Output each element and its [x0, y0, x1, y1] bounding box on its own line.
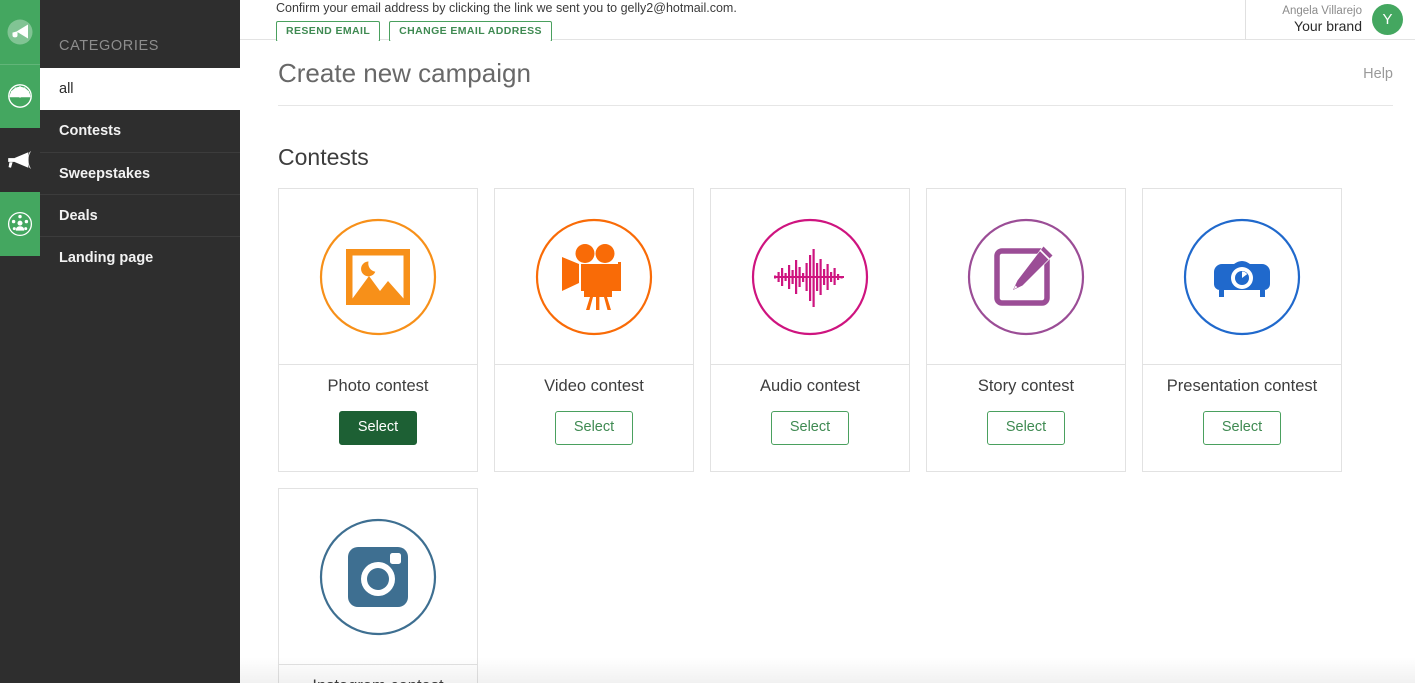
email-confirmation-actions: RESEND EMAIL CHANGE EMAIL ADDRESS — [276, 20, 1245, 42]
card-icon-area — [1143, 189, 1341, 365]
icon-rail — [0, 0, 40, 683]
projector-icon — [1183, 218, 1301, 335]
photo-icon — [319, 218, 437, 335]
card-icon-area — [927, 189, 1125, 365]
sidebar-item-deals[interactable]: Deals — [40, 194, 240, 236]
audience-people-icon — [7, 211, 33, 237]
rail-item-dashboard[interactable] — [0, 64, 40, 128]
campaign-card-instagram-contest[interactable]: Instagram contest Select — [278, 488, 478, 683]
pencil-note-icon — [967, 218, 1085, 335]
card-icon-area — [495, 189, 693, 365]
rail-item-audience[interactable] — [0, 192, 40, 256]
resend-email-button[interactable]: RESEND EMAIL — [276, 20, 381, 42]
campaign-card-audio-contest[interactable]: Audio contest Select — [710, 188, 910, 472]
app-logo[interactable] — [0, 0, 40, 64]
audio-wave-icon — [751, 218, 869, 335]
select-button[interactable]: Select — [555, 411, 633, 445]
sidebar-item-landing-page[interactable]: Landing page — [40, 236, 240, 278]
card-label: Story contest — [977, 377, 1075, 395]
logo-megaphone-icon — [7, 19, 33, 45]
campaign-card-video-contest[interactable]: Video contest Select — [494, 188, 694, 472]
card-label: Audio contest — [760, 377, 860, 395]
speedometer-icon — [8, 84, 32, 108]
section-title-contests: Contests — [278, 144, 369, 170]
categories-heading: CATEGORIES — [59, 38, 159, 54]
campaign-card-grid: Photo contest Select Video contest Selec… — [278, 188, 1398, 683]
user-menu[interactable]: Angela Villarejo Your brand Y — [1245, 0, 1415, 40]
sidebar-item-label: Contests — [59, 123, 122, 139]
megaphone-icon — [8, 151, 31, 169]
user-account-name: Angela Villarejo — [1282, 4, 1362, 17]
card-label: Instagram contest — [312, 677, 443, 683]
sidebar-item-all[interactable]: all — [40, 68, 240, 110]
instagram-icon — [319, 518, 437, 635]
card-icon-area — [711, 189, 909, 365]
card-body: Audio contest Select — [711, 365, 909, 471]
sidebar-item-label: Sweepstakes — [59, 165, 151, 182]
campaign-card-story-contest[interactable]: Story contest Select — [926, 188, 1126, 472]
card-body: Photo contest Select — [279, 365, 477, 471]
categories-sidebar: CATEGORIES all Contests Sweepstakes Deal… — [40, 0, 240, 683]
card-body: Video contest Select — [495, 365, 693, 471]
card-icon-area — [279, 189, 477, 365]
select-button[interactable]: Select — [771, 411, 849, 445]
card-label: Video contest — [544, 377, 644, 395]
select-button[interactable]: Select — [1203, 411, 1281, 445]
card-icon-area — [279, 489, 477, 665]
sidebar-item-label: Deals — [59, 207, 98, 224]
user-brand-name: Your brand — [1294, 17, 1362, 34]
campaign-card-presentation-contest[interactable]: Presentation contest Select — [1142, 188, 1342, 472]
change-email-address-button[interactable]: CHANGE EMAIL ADDRESS — [389, 20, 552, 42]
video-camera-icon — [535, 218, 653, 335]
sidebar-item-label: Landing page — [59, 249, 154, 266]
help-link[interactable]: Help — [1363, 66, 1393, 82]
card-body: Instagram contest Select — [279, 665, 477, 683]
campaign-type-content: Contests Photo contest Select Video cont… — [240, 106, 1415, 683]
sidebar-item-label: all — [59, 81, 74, 97]
app-root: CATEGORIES all Contests Sweepstakes Deal… — [0, 0, 1415, 683]
campaign-card-photo-contest[interactable]: Photo contest Select — [278, 188, 478, 472]
select-button[interactable]: Select — [987, 411, 1065, 445]
user-names: Angela Villarejo Your brand — [1282, 4, 1362, 36]
categories-list: all Contests Sweepstakes Deals Landing p… — [40, 68, 240, 278]
card-body: Story contest Select — [927, 365, 1125, 471]
card-body: Presentation contest Select — [1143, 365, 1341, 471]
page-header: Create new campaign Help — [240, 41, 1415, 106]
rail-item-campaigns[interactable] — [0, 128, 40, 192]
email-confirmation-text: Confirm your email address by clicking t… — [276, 1, 737, 15]
select-button[interactable]: Select — [339, 411, 417, 445]
email-confirmation-bar: Confirm your email address by clicking t… — [240, 0, 1245, 42]
sidebar-item-sweepstakes[interactable]: Sweepstakes — [40, 152, 240, 194]
sidebar-item-contests[interactable]: Contests — [40, 110, 240, 152]
avatar[interactable]: Y — [1372, 4, 1403, 35]
card-label: Presentation contest — [1166, 377, 1318, 395]
card-label: Photo contest — [327, 377, 429, 395]
page-title: Create new campaign — [278, 58, 531, 88]
rail-spacer — [0, 256, 40, 320]
